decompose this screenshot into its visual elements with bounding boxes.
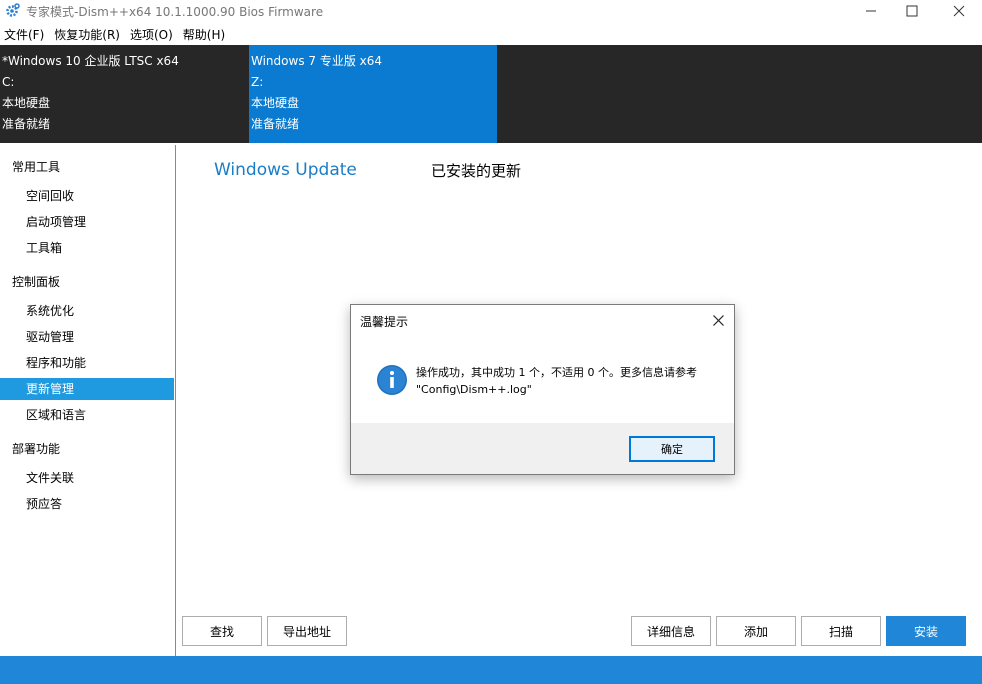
window-title: 专家模式-Dism++x64 10.1.1000.90 Bios Firmwar…: [26, 5, 324, 19]
system-card-win10[interactable]: *Windows 10 企业版 LTSC x64 C: 本地硬盘 准备就绪: [0, 45, 248, 143]
system-disk: 本地硬盘: [251, 96, 300, 110]
details-button[interactable]: 详细信息: [631, 616, 711, 646]
system-card-win7[interactable]: Windows 7 专业版 x64 Z: 本地硬盘 准备就绪: [249, 45, 497, 143]
sidebar-item-file-association[interactable]: 文件关联: [0, 467, 174, 489]
add-button[interactable]: 添加: [716, 616, 796, 646]
menu-bar: 文件(F) 恢复功能(R) 选项(O) 帮助(H): [0, 24, 982, 44]
title-bar: 专家模式-Dism++x64 10.1.1000.90 Bios Firmwar…: [0, 0, 982, 22]
minimize-button[interactable]: [848, 0, 894, 22]
system-disk: 本地硬盘: [2, 96, 51, 110]
dialog-footer: 确定: [351, 423, 734, 474]
dialog-close-icon[interactable]: [708, 311, 728, 329]
close-button[interactable]: [936, 0, 982, 22]
system-name: *Windows 10 企业版 LTSC x64: [2, 54, 179, 68]
sidebar-item-system-optimize[interactable]: 系统优化: [0, 300, 174, 322]
sidebar-item-driver-manager[interactable]: 驱动管理: [0, 326, 174, 348]
system-name: Windows 7 专业版 x64: [251, 54, 383, 68]
sidebar-item-toolbox[interactable]: 工具箱: [0, 237, 174, 259]
sidebar: 常用工具 空间回收 启动项管理 工具箱 控制面板 系统优化 驱动管理 程序和功能…: [0, 145, 176, 656]
system-selector-bar: *Windows 10 企业版 LTSC x64 C: 本地硬盘 准备就绪 Wi…: [0, 45, 982, 143]
menu-help[interactable]: 帮助(H): [179, 24, 229, 44]
scan-button[interactable]: 扫描: [801, 616, 881, 646]
dialog-title: 温馨提示: [360, 315, 409, 329]
sidebar-group-common-tools: 常用工具: [12, 160, 61, 174]
sidebar-group-control-panel: 控制面板: [12, 275, 61, 289]
sidebar-item-update-manager[interactable]: 更新管理: [0, 378, 174, 400]
tab-installed-updates[interactable]: 已安装的更新: [431, 160, 521, 181]
system-drive: Z:: [251, 75, 264, 89]
dialog-message-line1: 操作成功，其中成功 1 个，不适用 0 个。更多信息请参考: [416, 366, 697, 379]
status-bar: [0, 656, 982, 684]
info-icon: [376, 364, 408, 396]
export-address-button[interactable]: 导出地址: [267, 616, 347, 646]
find-button[interactable]: 查找: [182, 616, 262, 646]
sidebar-item-programs-features[interactable]: 程序和功能: [0, 352, 174, 374]
system-status: 准备就绪: [2, 117, 51, 131]
sidebar-group-deployment: 部署功能: [12, 442, 61, 456]
sidebar-item-answer-file[interactable]: 预应答: [0, 493, 174, 515]
info-dialog: 温馨提示 操作成功，其中成功 1 个，不适用 0 个。更多信息请参考 "Conf…: [350, 304, 735, 475]
sidebar-item-region-language[interactable]: 区域和语言: [0, 404, 174, 426]
tab-windows-update[interactable]: Windows Update: [214, 160, 357, 180]
menu-options[interactable]: 选项(O): [126, 24, 177, 44]
dialog-message-line2: "Config\Dism++.log": [416, 383, 532, 396]
system-status: 准备就绪: [251, 117, 300, 131]
gear-icon: [4, 3, 20, 19]
ok-button[interactable]: 确定: [629, 436, 715, 462]
dialog-message: 操作成功，其中成功 1 个，不适用 0 个。更多信息请参考 "Config\Di…: [416, 364, 716, 398]
sidebar-item-space-cleanup[interactable]: 空间回收: [0, 185, 174, 207]
menu-recovery[interactable]: 恢复功能(R): [50, 24, 124, 44]
sidebar-item-startup-manager[interactable]: 启动项管理: [0, 211, 174, 233]
install-button[interactable]: 安装: [886, 616, 966, 646]
system-drive: C:: [2, 75, 15, 89]
maximize-button[interactable]: [889, 0, 935, 22]
menu-file[interactable]: 文件(F): [0, 24, 48, 44]
